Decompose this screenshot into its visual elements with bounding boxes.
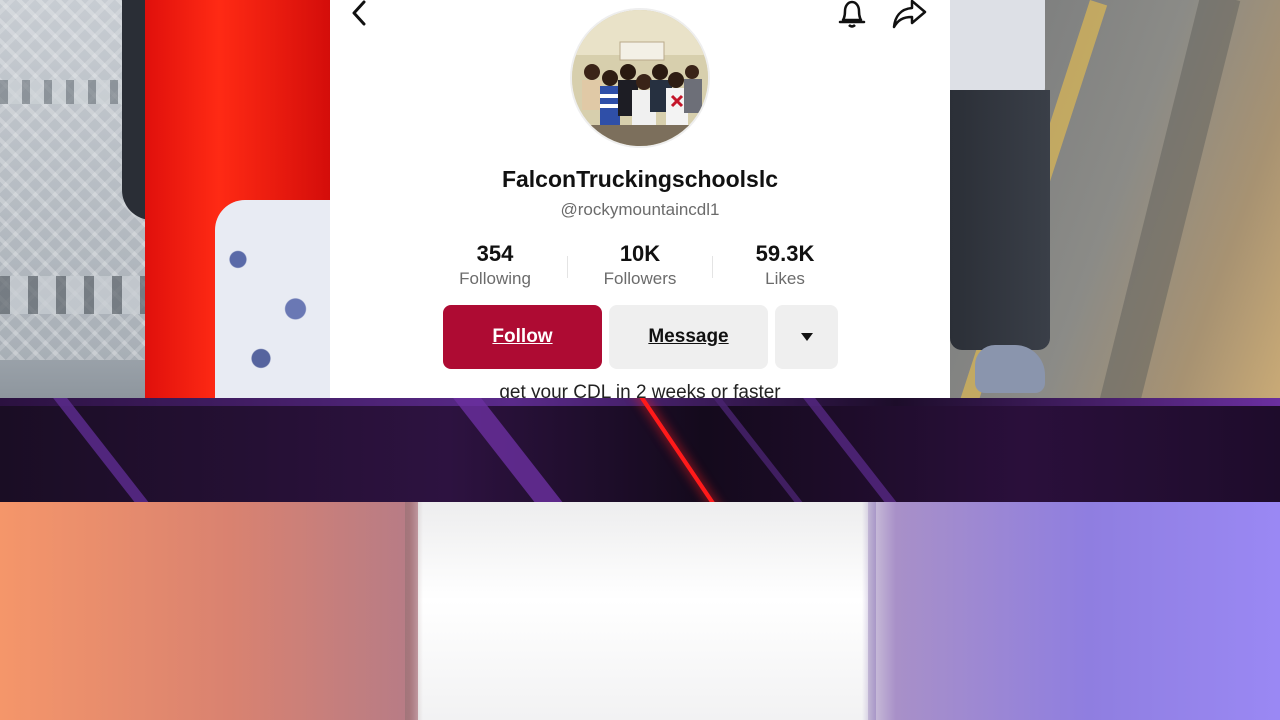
left-background-footage (0, 0, 330, 398)
stat-divider (712, 256, 713, 278)
share-arrow-icon[interactable] (890, 0, 928, 30)
blur-edge-right (862, 502, 876, 720)
purple-streak (37, 398, 177, 502)
profile-username: FalconTruckingschoolslc (501, 166, 779, 192)
stat-following-label: Following (459, 269, 531, 288)
stat-likes-label: Likes (765, 269, 805, 288)
blurred-bottom-band (0, 502, 1280, 720)
purple-streak (787, 398, 925, 502)
stat-followers[interactable]: 10K Followers (585, 240, 695, 290)
more-options-button[interactable] (775, 305, 838, 369)
caret-down-icon (800, 326, 814, 348)
bell-icon[interactable] (835, 0, 869, 30)
chevron-left-icon[interactable] (348, 0, 372, 26)
stat-likes[interactable]: 59.3K Likes (730, 240, 840, 290)
stat-followers-value: 10K (619, 241, 661, 266)
group-photo-avatar[interactable] (570, 8, 710, 148)
video-frame: FalconTruckingschoolslc @rockymountaincd… (0, 0, 1280, 720)
stat-following[interactable]: 354 Following (440, 240, 550, 290)
red-light-streak (626, 398, 739, 502)
stat-followers-label: Followers (603, 269, 677, 288)
floral-fabric (215, 200, 330, 398)
purple-streak (697, 398, 831, 502)
stat-likes-value: 59.3K (755, 241, 815, 266)
profile-handle: @rockymountaincdl1 (560, 200, 720, 219)
plate-slots (0, 276, 150, 314)
person-right-shirt (950, 0, 1045, 98)
purple-streak (437, 398, 591, 502)
blur-edge-left (405, 502, 423, 720)
profile-stats: 354 Following 10K Followers 59.3K Likes (440, 240, 840, 292)
purple-graphic-band (0, 398, 1280, 502)
profile-bio: get your CDL in 2 weeks or faster (499, 382, 781, 398)
message-button[interactable]: Message (609, 305, 768, 369)
profile-panel: FalconTruckingschoolslc @rockymountaincd… (330, 0, 950, 398)
follow-button[interactable]: Follow (443, 305, 602, 369)
top-video-band: FalconTruckingschoolslc @rockymountaincd… (0, 0, 1280, 398)
person-right-shoe (975, 345, 1045, 393)
blurred-white-glow (418, 502, 868, 720)
profile-actions: Follow Message (443, 305, 838, 369)
stat-divider (567, 256, 568, 278)
person-right-pants (950, 90, 1050, 350)
avatar-group-image (572, 10, 708, 146)
stat-following-value: 354 (476, 241, 514, 266)
